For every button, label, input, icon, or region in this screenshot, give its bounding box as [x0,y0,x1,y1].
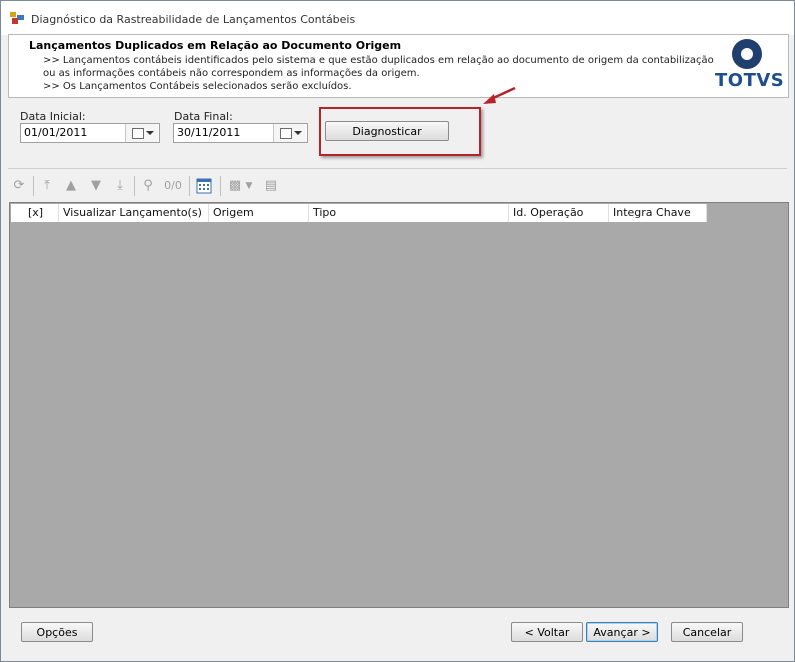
column-header-integrity-key[interactable]: Integra Chave [609,204,707,222]
calendar-icon [280,128,292,139]
header-title: Lançamentos Duplicados em Relação ao Doc… [29,39,402,52]
print-icon[interactable]: ▤ [263,178,279,194]
next-button[interactable]: Avançar > [586,622,658,642]
column-header-type[interactable]: Tipo [309,204,509,222]
wizard-window: Diagnóstico da Rastreabilidade de Lançam… [0,0,795,662]
grid-view-icon[interactable] [196,178,212,194]
window-title: Diagnóstico da Rastreabilidade de Lançam… [31,13,356,26]
export-icon[interactable]: ▩ [227,178,243,194]
entries-grid[interactable]: [x] Visualizar Lançamento(s) Origem Tipo… [9,202,789,608]
back-button[interactable]: < Voltar [511,622,583,642]
header-description-line: >> Lançamentos contábeis identificados p… [43,55,714,66]
chevron-down-icon [294,131,302,135]
move-last-icon[interactable]: ⤓ [112,178,128,194]
column-header-origin[interactable]: Origem [209,204,309,222]
end-date-picker[interactable]: 30/11/2011 [173,123,308,143]
start-date-value[interactable]: 01/01/2011 [24,126,87,139]
column-header-view[interactable]: Visualizar Lançamento(s) [59,204,209,222]
totvs-logo-text: TOTVS [715,70,785,91]
end-date-calendar-button[interactable] [273,124,306,142]
header-description-line: ou as informações contábeis não correspo… [43,68,420,79]
refresh-icon[interactable]: ⟳ [11,178,27,194]
totvs-logo-icon [732,39,762,69]
arrow-pointer-icon [483,86,516,104]
column-header-operation-id[interactable]: Id. Operação [509,204,609,222]
end-date-value[interactable]: 30/11/2011 [177,126,240,139]
calendar-icon [132,128,144,139]
end-date-label: Data Final: [174,110,233,123]
column-header-select[interactable]: [x] [11,204,59,222]
chevron-down-icon[interactable]: ▼ [244,178,254,194]
start-date-label: Data Inicial: [20,110,86,123]
start-date-picker[interactable]: 01/01/2011 [20,123,160,143]
highlight-box [319,107,481,156]
move-first-icon[interactable]: ⤒ [39,178,55,194]
totvs-logo: TOTVS [713,38,784,92]
header-description-line: >> Os Lançamentos Contábeis selecionados… [43,81,352,92]
start-date-calendar-button[interactable] [125,124,158,142]
record-counter: 0/0 [164,179,182,192]
options-button[interactable]: Opções [21,622,93,642]
chevron-down-icon [146,131,154,135]
find-icon[interactable]: ⚲ [139,178,157,194]
grid-toolbar: ⟳ ⤒ ▲ ▼ ⤓ ⚲ 0/0 ▩ ▼ ▤ [8,172,787,200]
app-icon [10,12,24,24]
title-bar: Diagnóstico da Rastreabilidade de Lançam… [1,1,794,35]
header-panel: Lançamentos Duplicados em Relação ao Doc… [8,34,789,98]
grid-header-row: [x] Visualizar Lançamento(s) Origem Tipo… [11,204,707,222]
move-up-icon[interactable]: ▲ [63,178,79,194]
cancel-button[interactable]: Cancelar [671,622,743,642]
move-down-icon[interactable]: ▼ [88,178,104,194]
